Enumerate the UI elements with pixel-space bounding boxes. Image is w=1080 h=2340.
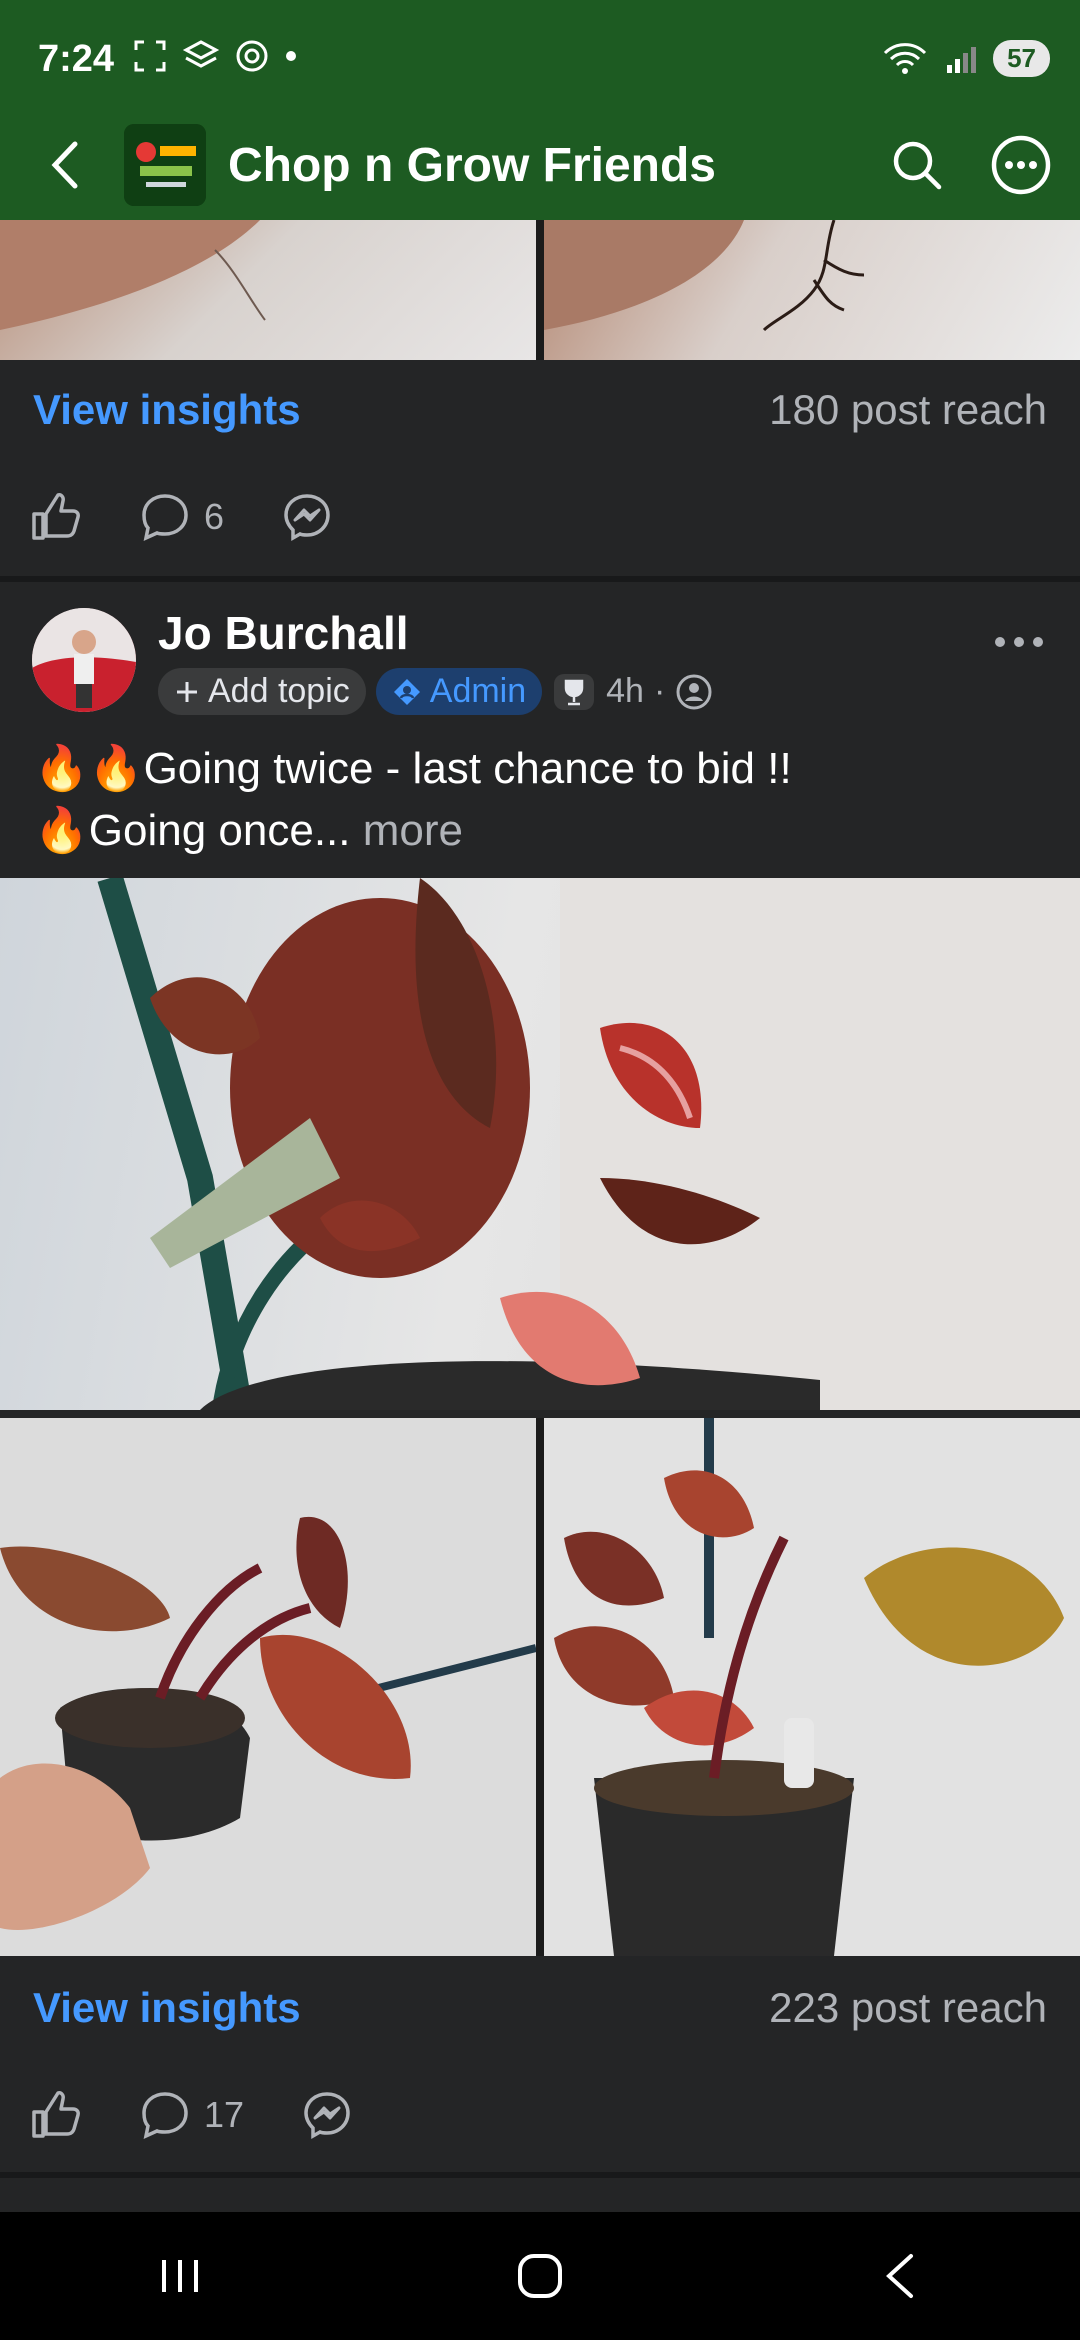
post-reach: 180 post reach	[769, 386, 1047, 433]
next-post-peek	[0, 2180, 1080, 2210]
thumbs-up-icon	[32, 2091, 80, 2138]
post-photo-row	[0, 1418, 1080, 1956]
search-icon	[893, 141, 942, 190]
comment-button[interactable]: 6	[138, 490, 224, 544]
post-photo-right[interactable]	[544, 1418, 1080, 1956]
app-header: 7:24 57 Chop n Grow Friends	[0, 0, 1080, 220]
like-button[interactable]	[28, 490, 82, 544]
author-avatar[interactable]	[32, 608, 136, 712]
search-button[interactable]	[872, 120, 962, 210]
plant-photo	[0, 1418, 536, 1956]
notification-icons	[132, 38, 298, 74]
post-header: Jo Burchall Add topic Admin 4h ·	[0, 590, 1080, 720]
post-divider	[0, 2172, 1080, 2178]
threads-icon	[236, 40, 268, 72]
trophy-icon	[554, 673, 595, 710]
thumbs-up-icon	[32, 493, 80, 540]
screenshot-icon	[134, 40, 166, 72]
status-time: 7:24	[38, 38, 115, 80]
post-insights-row: View insights 223 post reach	[0, 1958, 1080, 2058]
admin-label: Admin	[429, 672, 527, 710]
add-topic-label: Add topic	[208, 672, 350, 710]
admin-shield-icon	[393, 678, 420, 705]
home-button[interactable]	[480, 2226, 600, 2326]
recent-apps-button[interactable]	[120, 2226, 240, 2326]
post-meta: Add topic Admin 4h ·	[158, 668, 713, 715]
messenger-icon	[284, 494, 330, 542]
post-text-line-2: 🔥Going once...	[34, 806, 351, 855]
home-icon	[518, 2254, 562, 2298]
author-name[interactable]: Jo Burchall	[158, 606, 409, 660]
messenger-share-button[interactable]	[300, 2088, 354, 2142]
post-divider	[0, 576, 1080, 582]
prev-post-photos[interactable]	[0, 220, 1080, 360]
post-options-button[interactable]	[984, 612, 1054, 672]
plus-icon	[177, 681, 197, 702]
more-options-button[interactable]	[976, 120, 1066, 210]
prev-photo-right[interactable]	[544, 220, 1080, 360]
signal-icon	[947, 46, 977, 73]
meta-separator: ·	[653, 672, 666, 710]
comment-icon	[142, 494, 188, 542]
see-more-link[interactable]: more	[363, 806, 463, 855]
layers-icon	[182, 40, 220, 68]
group-members-privacy-icon	[676, 674, 712, 709]
more-horizontal-icon	[995, 637, 1043, 647]
system-back-button[interactable]	[840, 2226, 960, 2326]
plant-photo	[544, 1418, 1080, 1956]
back-button[interactable]	[20, 120, 110, 210]
group-avatar[interactable]	[124, 124, 206, 206]
admin-badge[interactable]: Admin	[375, 668, 543, 715]
wifi-icon	[884, 42, 927, 74]
back-icon	[886, 2254, 913, 2298]
view-insights-link[interactable]: View insights	[33, 1984, 301, 2032]
comment-count: 17	[204, 2094, 245, 2135]
plant-photo	[97, 878, 1080, 1410]
comment-count: 6	[204, 496, 225, 537]
avatar-image	[32, 608, 136, 712]
chevron-left-icon	[51, 141, 78, 189]
battery-indicator: 57	[993, 40, 1050, 77]
system-icons: 57	[881, 40, 1050, 77]
prev-post-insights-row: View insights 180 post reach	[0, 360, 1080, 460]
app-bar: Chop n Grow Friends	[0, 110, 1080, 220]
post-text[interactable]: 🔥🔥Going twice - last chance to bid !! 🔥G…	[34, 738, 1044, 862]
prev-photo-left[interactable]	[0, 220, 536, 360]
view-insights-link[interactable]: View insights	[33, 386, 301, 434]
comment-icon	[142, 2092, 188, 2140]
recent-apps-icon	[162, 2260, 198, 2292]
system-nav-bar	[0, 2212, 1080, 2340]
post-photo-left[interactable]	[0, 1418, 536, 1956]
group-logo-icon	[124, 124, 206, 206]
messenger-icon	[304, 2092, 350, 2140]
post-text-line-1: 🔥🔥Going twice - last chance to bid !!	[34, 744, 792, 793]
group-name[interactable]: Chop n Grow Friends	[228, 138, 872, 193]
prev-post-actions: 6	[0, 462, 1080, 572]
hand-root-image	[544, 220, 865, 332]
comment-button[interactable]: 17	[138, 2088, 244, 2142]
add-topic-chip[interactable]: Add topic	[158, 668, 366, 715]
messenger-share-button[interactable]	[280, 490, 334, 544]
more-circle-icon	[991, 135, 1051, 195]
status-bar: 7:24 57	[0, 0, 1080, 120]
post-photo-main[interactable]	[0, 878, 1080, 1410]
post-reach: 223 post reach	[769, 1984, 1047, 2031]
hand-root-image	[0, 220, 266, 330]
post-time[interactable]: 4h	[606, 672, 644, 711]
dot-icon	[286, 51, 296, 61]
like-button[interactable]	[28, 2088, 82, 2142]
post-actions: 17	[0, 2060, 1080, 2170]
